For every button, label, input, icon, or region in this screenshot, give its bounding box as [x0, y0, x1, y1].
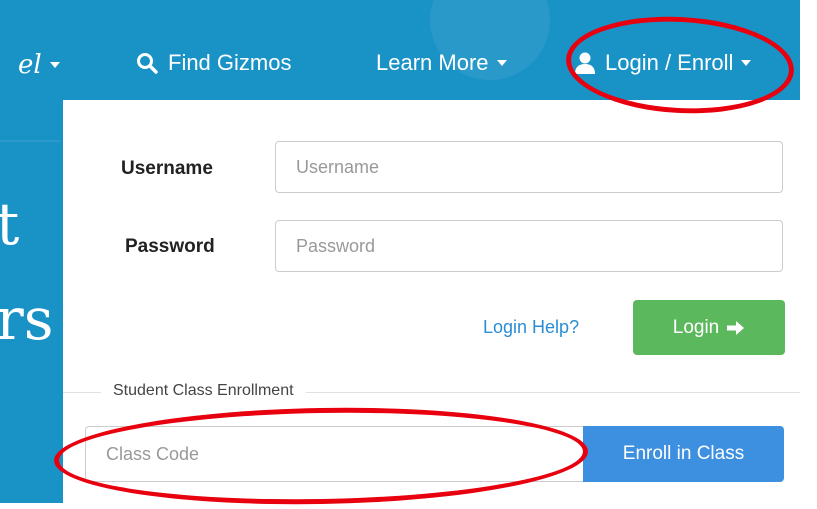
hero-heading-line-1: t — [0, 190, 20, 258]
enrollment-legend: Student Class Enrollment — [101, 382, 306, 400]
search-icon — [137, 53, 158, 74]
password-label: Password — [125, 236, 215, 257]
class-code-input[interactable] — [85, 426, 583, 482]
user-icon — [575, 52, 595, 74]
arrow-right-icon — [727, 320, 745, 335]
find-gizmos-link[interactable]: Find Gizmos — [136, 50, 291, 76]
password-input[interactable] — [275, 220, 783, 272]
caret-down-icon — [49, 62, 60, 68]
logo-menu[interactable]: el — [18, 50, 60, 80]
hero-heading-line-2: rs — [0, 285, 54, 353]
username-input[interactable] — [275, 141, 783, 193]
login-enroll-dropdown[interactable]: Login / Enroll — [575, 50, 752, 76]
enroll-in-class-button[interactable]: Enroll in Class — [583, 426, 784, 482]
caret-down-icon — [741, 60, 752, 66]
login-enroll-label: Login / Enroll — [605, 50, 734, 75]
login-button[interactable]: Login — [633, 300, 785, 355]
login-help-link[interactable]: Login Help? — [483, 317, 579, 338]
logo-text: el — [18, 50, 42, 80]
learn-more-label: Learn More — [376, 50, 489, 75]
caret-down-icon — [496, 60, 507, 66]
login-dropdown-panel: Username Password Login Help? Login Stud… — [63, 100, 800, 503]
username-label: Username — [121, 158, 213, 179]
login-button-label: Login — [672, 316, 720, 338]
page-edge — [800, 0, 817, 503]
find-gizmos-label: Find Gizmos — [168, 50, 292, 75]
learn-more-dropdown[interactable]: Learn More — [376, 50, 507, 76]
top-navbar: el Find Gizmos Learn More Login / Enroll — [0, 0, 800, 100]
